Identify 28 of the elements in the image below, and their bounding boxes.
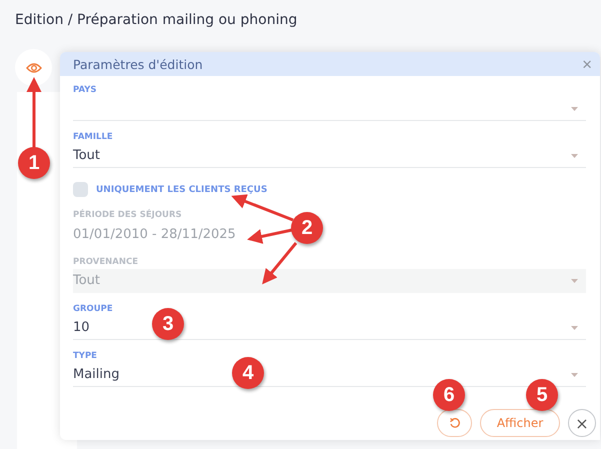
field-value: Tout (73, 148, 100, 163)
field-value: 10 (73, 320, 90, 335)
field-label: PROVENANCE (73, 257, 140, 267)
preview-button[interactable] (15, 49, 52, 86)
eye-icon (26, 62, 42, 74)
caret-icon (571, 106, 578, 110)
field-label: PAYS (73, 85, 98, 95)
caret-icon (571, 372, 578, 376)
checkbox[interactable] (73, 182, 88, 197)
caret-icon (571, 278, 578, 282)
checkbox-label: UNIQUEMENT LES CLIENTS REÇUS (96, 184, 268, 194)
reset-icon (448, 417, 460, 429)
caret-icon (571, 154, 578, 158)
caret-icon (571, 326, 578, 330)
arrow (26, 77, 42, 148)
field-label: PÉRIODE DES SÉJOURS (73, 210, 183, 220)
field-label: TYPE (73, 351, 98, 361)
dialog-title: Paramètres d'édition (73, 56, 203, 72)
field-label: GROUPE (73, 304, 114, 314)
field-value: Tout (73, 273, 100, 288)
field-label: FAMILLE (73, 132, 114, 142)
close-button[interactable]: × (568, 409, 596, 437)
select-field[interactable]: Tout (73, 144, 586, 168)
field-value: 01/01/2010 - 28/11/2025 (73, 226, 236, 242)
arrow (231, 194, 294, 222)
page-title: Edition / Préparation mailing ou phoning (14, 11, 298, 30)
field-value: Mailing (73, 367, 120, 382)
reset-button[interactable] (437, 409, 472, 437)
